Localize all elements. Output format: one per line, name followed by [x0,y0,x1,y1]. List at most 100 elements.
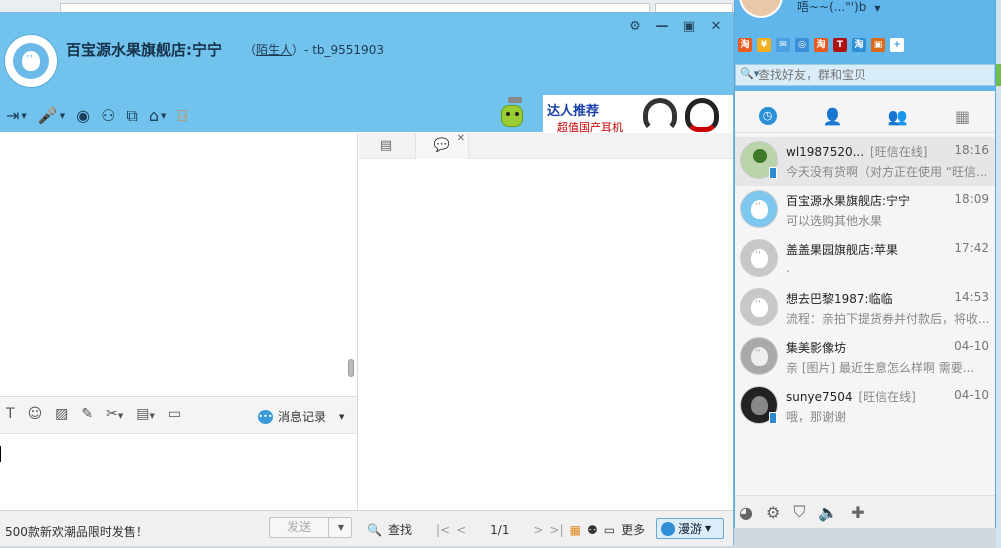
weibo-icon[interactable]: ◎ [795,38,809,52]
chat-bubble-icon: 💬 [433,138,451,153]
screen-share-icon: ⧉ [126,106,138,125]
monitor-icon[interactable]: ▭ [168,406,181,422]
tmall-icon[interactable]: T [833,38,847,52]
send-button[interactable]: 发送 ▼ [269,517,352,538]
headphone-icon [643,98,677,132]
app-icon[interactable]: ▣ [871,38,885,52]
message-history-button[interactable]: ••• 消息记录 ▼ [258,408,344,425]
promo-text[interactable]: 500款新欢潮品限时发售！ [5,523,148,540]
timestamp: 14:53 [954,290,989,304]
emoji-icon[interactable]: ☺ [28,406,43,422]
list-item[interactable]: 盖盖果园旗舰店:苹果 17:42 . [735,235,995,284]
settings-icon[interactable]: ⚙ [766,503,780,522]
page-indicator: 1/1 [490,522,510,537]
ad-banner[interactable]: 达人推荐 超值国产耳机 [543,95,733,138]
maximize-icon[interactable]: ▣ [682,20,696,34]
list-item[interactable]: sunye7504[旺信在线] 04-10 哦，那谢谢 [735,382,995,431]
editor-toolbar: T ☺ ▨ ✎ ✂▼ ▤▼ ▭ ••• 消息记录 ▼ [0,396,358,434]
window-controls: ⚙ — ▣ ✕ [628,20,723,34]
voice-button[interactable]: 🎤 ▼ [38,106,65,126]
headphone-icon [685,98,719,132]
add-icon[interactable]: ✚ [851,503,864,522]
taobao-shop-icon[interactable]: 淘 [814,38,828,52]
message-input[interactable] [0,434,358,522]
prev-page-icon[interactable]: < [456,523,466,537]
id-card-icon: ▤ [379,138,393,153]
search-icon[interactable]: 🔍 [367,523,382,537]
calendar-icon[interactable]: ▦ [570,523,581,537]
message-history-area[interactable] [0,133,358,396]
contact-avatar[interactable] [5,35,57,87]
roaming-button[interactable]: 漫游 ▼ [656,518,724,539]
add-contact-button[interactable]: ⚇ [101,106,115,126]
user-avatar[interactable] [739,0,783,18]
mail-icon[interactable]: ✉ [776,38,790,52]
chevron-down-icon[interactable]: ▼ [874,4,880,13]
taobao-icon[interactable]: 淘 [738,38,752,52]
background-window-edge [996,0,1001,548]
list-item[interactable]: 百宝源水果旗舰店:宁宁 18:09 可以选购其他水果 [735,186,995,235]
banner-title: 达人推荐 [547,104,600,119]
add-app-icon[interactable]: + [890,38,904,52]
conversation-list: wl1987520... [旺信在线] 18:16 今天没有货啊（对方正在使用 “… [735,137,995,431]
app-shortcuts: 淘 ¥ ✉ ◎ 淘 T 淘 ▣ + [738,38,904,52]
list-item[interactable]: 想去巴黎1987:临临 14:53 流程：亲拍下提货券并付款后，将收... [735,284,995,333]
transfer-button[interactable]: ⍈ [177,106,187,126]
contact-account: - tb_9551903 [304,43,384,57]
chat-toolbar: ⇥ ▼ 🎤 ▼ ◉ ⚇ ⧉ ⌂ ▼ ⍈ [6,106,187,126]
remote-assist-button[interactable]: ⌂ ▼ [149,106,167,126]
chat-window: 百宝源水果旗舰店:宁宁 （陌生人）- tb_9551903 ⚙ — ▣ ✕ ⇥▼… [0,12,734,546]
search-box: 🔍▾ [735,64,995,86]
video-button[interactable]: ◉ [76,106,90,126]
send-options-chevron-icon[interactable]: ▼ [331,518,351,537]
user-signature[interactable]: 唔~~(..."')b ▼ [797,0,881,15]
coin-icon[interactable]: ¥ [757,38,771,52]
contact-meta: （陌生人）- tb_9551903 [244,43,384,57]
tab-apps[interactable]: ▦ [930,99,995,133]
scrollbar-thumb[interactable] [348,359,354,377]
edit-image-icon[interactable]: ✎ [81,406,93,422]
list-item[interactable]: wl1987520... [旺信在线] 18:16 今天没有货啊（对方正在使用 “… [735,137,995,186]
image-icon[interactable]: ▨ [55,406,68,422]
search-input[interactable] [758,67,988,83]
timestamp: 17:42 [954,241,989,255]
send-label[interactable]: 发送 [270,518,329,537]
message-history-label: 消息记录 [278,410,327,424]
last-page-icon[interactable]: >| [550,523,564,537]
robot-mascot-icon[interactable] [498,97,526,129]
chevron-down-icon[interactable]: ▼ [339,413,344,421]
tab-groups[interactable]: 👥 [865,99,930,133]
font-icon[interactable]: T [6,406,15,422]
tab-chat[interactable]: 💬 ✕ [415,133,469,159]
taobao-blue-icon[interactable]: 淘 [852,38,866,52]
table-icon[interactable]: ▤▼ [136,406,155,422]
list-item[interactable]: 集美影像坊 04-10 亲 [图片] 最近生意怎么样啊 需要... [735,333,995,382]
stranger-link[interactable]: 陌生人 [256,43,292,57]
minimize-icon[interactable]: — [655,20,669,34]
main-window: 唔~~(..."')b▼ 淘 ¥ ✉ ◎ 淘 T 淘 ▣ + 🔍▾ ◷ 👤 👥 … [734,0,996,528]
close-icon[interactable]: ✕ [709,20,723,34]
first-page-icon[interactable]: |< [436,523,450,537]
send-file-button[interactable]: ⇥ ▼ [6,106,27,126]
tab-recent[interactable]: ◷ [735,99,800,133]
shield-icon[interactable]: ⛉ [793,502,805,522]
message-preview: 亲 [图片] 最近生意怎么样啊 需要... [786,361,975,375]
wangwang-icon[interactable]: ◕ [739,503,753,522]
tab-contact-card[interactable]: ▤ [359,133,413,159]
avatar [740,288,778,326]
close-tab-icon[interactable]: ✕ [457,126,465,152]
more-icon[interactable]: ▭ [604,523,615,537]
search-icon[interactable]: 🔍▾ [740,67,759,80]
screen-share-button[interactable]: ⧉ [126,106,137,126]
more-label[interactable]: 更多 [621,521,645,538]
speaker-icon[interactable]: 🔈 [818,503,838,522]
tab-contacts[interactable]: 👤 [800,99,865,133]
group-icon[interactable]: ⚉ [587,523,598,537]
chevron-down-icon: ▼ [705,524,712,533]
microphone-icon: 🎤 [37,106,58,125]
next-page-icon[interactable]: > [533,523,543,537]
settings-icon[interactable]: ⚙ [628,20,642,34]
message-preview: 今天没有货啊（对方正在使用 “旺信... [786,165,988,179]
screenshot-icon[interactable]: ✂▼ [106,406,123,422]
find-label[interactable]: 查找 [388,521,412,538]
